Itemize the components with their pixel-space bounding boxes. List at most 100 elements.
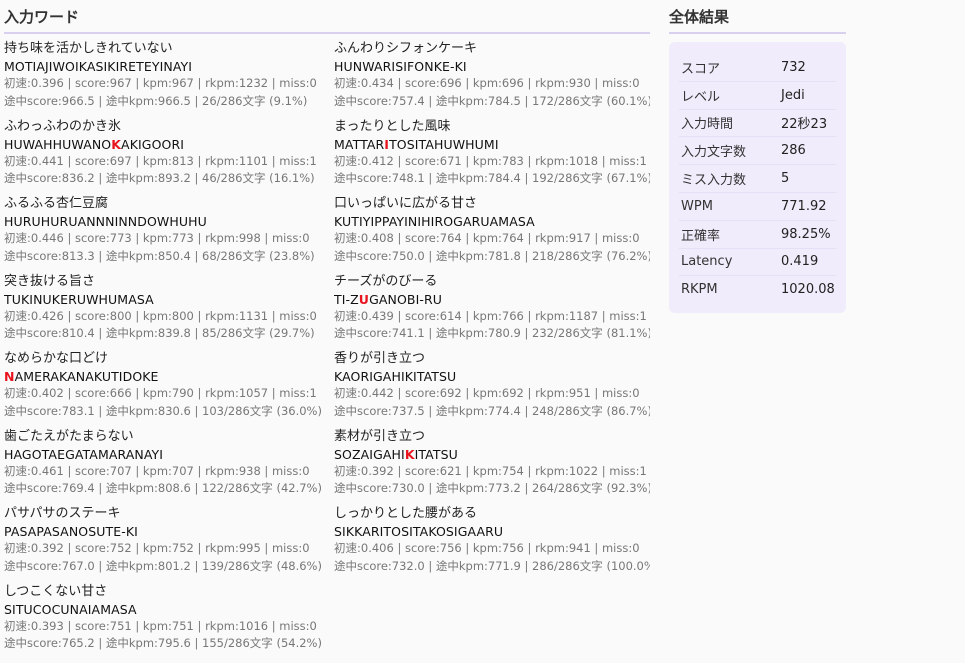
word-japanese: ふわっふわのかき氷 [4, 118, 122, 134]
word-japanese: ふるふる杏仁豆腐 [4, 196, 109, 211]
result-value: 5 [781, 171, 790, 187]
word-entry: ふわっふわのかき氷 HUWAHHUWANOKAKIGOORI 初速:0.441 | … [4, 118, 334, 196]
overall-results-title: 全体結果 [669, 6, 846, 34]
result-value: 732 [781, 59, 806, 75]
result-row: Latency 0.419 [679, 249, 836, 277]
word-romaji: SOZAIGAHIKITATSU [334, 446, 650, 463]
romaji-typed: HUNWARISIFONKE-KI [334, 59, 467, 74]
romaji-typed: SIKKARITOSITAKOSIGAARU [334, 524, 504, 539]
word-entry: 素材が引き立つ SOZAIGAHIKITATSU 初速:0.392 | score:… [334, 428, 650, 506]
result-label: WPM [681, 198, 713, 214]
word-japanese: なめらかな口どけ [4, 351, 109, 366]
romaji-typed: MOTIAJIWOIKASIKIRETEYINAYI [4, 59, 193, 74]
word-entry: 歯ごたえがたまらない HAGOTAEGATAMARANAYI 初速:0.461 | … [4, 428, 334, 506]
word-romaji: PASAPASANOSUTE-KI [4, 523, 334, 540]
word-progress-stats: 途中score:810.4 | 途中kpm:839.8 | 85/286文字 (… [4, 326, 315, 340]
word-progress-stats: 途中score:732.0 | 途中kpm:771.9 | 286/286文字 … [334, 558, 650, 573]
romaji-typed: PASAPASANOSUTE-KI [4, 524, 138, 539]
word-romaji: TUKINUKERUWHUMASA [4, 291, 334, 308]
word-romaji: HUNWARISIFONKE-KI [334, 58, 650, 75]
word-stats: 初速:0.426 | score:800 | kpm:800 | rkpm:11… [4, 308, 317, 323]
result-label: 正確率 [681, 228, 721, 244]
word-japanese: まったりとした風味 [334, 118, 451, 134]
word-entry: しっかりとした腰がある SIKKARITOSITAKOSIGAARU 初速:0.40… [334, 505, 650, 583]
romaji-typed-rest: TOSITAHUWHUMI [389, 136, 499, 152]
word-stats: 初速:0.442 | score:692 | kpm:692 | rkpm:95… [334, 386, 640, 400]
result-row: 入力時間 22秒23 [679, 110, 836, 138]
word-entry: ふるふる杏仁豆腐 HURUHURUANNNINNDOWHUHU 初速:0.446 |… [4, 195, 334, 273]
romaji-miss-char: K [111, 136, 122, 152]
word-progress-stats: 途中score:767.0 | 途中kpm:801.2 | 139/286文字 … [4, 558, 322, 573]
word-progress-stats: 途中score:757.4 | 途中kpm:784.5 | 172/286文字 … [334, 93, 650, 108]
word-progress-stats: 途中score:750.0 | 途中kpm:781.8 | 218/286文字 … [334, 248, 650, 263]
word-japanese: パサパサのステーキ [4, 506, 121, 521]
romaji-typed: SOZAIGAHI [334, 446, 405, 462]
result-value: 1020.08 [781, 282, 835, 298]
word-romaji: KAORIGAHIKITATSU [334, 368, 650, 385]
word-entry: しつこくない甘さ SITUCOCUNAIAMASA 初速:0.393 | score… [4, 583, 334, 661]
romaji-typed: TUKINUKERUWHUMASA [4, 291, 154, 307]
input-words-title: 入力ワード [4, 6, 650, 34]
word-stats: 初速:0.392 | score:752 | kpm:752 | rkpm:99… [4, 541, 310, 555]
result-row: WPM 771.92 [679, 193, 836, 221]
word-progress-stats: 途中score:783.1 | 途中kpm:830.6 | 103/286文字 … [4, 403, 322, 418]
result-value: Jedi [781, 87, 805, 103]
word-progress-stats: 途中score:813.3 | 途中kpm:850.4 | 68/286文字 (… [4, 248, 315, 263]
word-romaji: HAGOTAEGATAMARANAYI [4, 446, 334, 463]
romaji-typed-rest: ITATSU [414, 446, 458, 462]
word-stats: 初速:0.446 | score:773 | kpm:773 | rkpm:99… [4, 231, 310, 245]
result-label: ミス入力数 [681, 173, 747, 189]
word-progress-stats: 途中score:730.0 | 途中kpm:773.2 | 264/286文字 … [334, 481, 650, 495]
result-row: 入力文字数 286 [679, 137, 836, 166]
overall-results-section: 全体結果 スコア 732 レベル Jedi 入力時間 22秒23 入力文字数 286 ミス入力数… [669, 6, 846, 314]
romaji-typed-rest: AMERAKANAKUTIDOKE [14, 369, 159, 384]
word-entry: パサパサのステーキ PASAPASANOSUTE-KI 初速:0.392 | sco… [4, 505, 334, 583]
word-progress-stats: 途中score:836.2 | 途中kpm:893.2 | 46/286文字 (… [4, 171, 315, 185]
result-value: 286 [781, 143, 806, 159]
word-stats: 初速:0.392 | score:621 | kpm:754 | rkpm:10… [334, 463, 647, 478]
word-entry: チーズがのびーる TI-ZUGANOBI-RU 初速:0.439 | score:6… [334, 273, 650, 351]
result-label: 入力文字数 [681, 145, 747, 161]
romaji-typed: TI-Z [334, 291, 359, 307]
word-stats: 初速:0.406 | score:756 | kpm:756 | rkpm:94… [334, 541, 640, 555]
word-progress-stats: 途中score:741.1 | 途中kpm:780.9 | 232/286文字 … [334, 326, 650, 340]
word-progress-stats: 途中score:737.5 | 途中kpm:774.4 | 248/286文字 … [334, 403, 650, 418]
word-japanese: 歯ごたえがたまらない [4, 428, 134, 444]
word-stats: 初速:0.396 | score:967 | kpm:967 | rkpm:12… [4, 76, 317, 90]
word-entry: ふんわりシフォンケーキ HUNWARISIFONKE-KI 初速:0.434 | s… [334, 40, 650, 118]
romaji-typed: SITUCOCUNAIAMASA [4, 601, 137, 617]
result-label: スコア [681, 61, 721, 77]
romaji-typed: HAGOTAEGATAMARANAYI [4, 446, 164, 462]
result-row: レベル Jedi [679, 82, 836, 110]
romaji-miss-char: K [404, 446, 415, 462]
word-romaji: SITUCOCUNAIAMASA [4, 601, 334, 618]
word-stats: 初速:0.434 | score:696 | kpm:696 | rkpm:93… [334, 76, 640, 90]
romaji-typed-rest: AKIGOORI [121, 136, 185, 152]
word-stats: 初速:0.393 | score:751 | kpm:751 | rkpm:10… [4, 618, 317, 633]
word-japanese: 突き抜ける旨さ [4, 273, 96, 289]
word-progress-stats: 途中score:769.4 | 途中kpm:808.6 | 122/286文字 … [4, 481, 322, 495]
romaji-miss-char: U [358, 291, 370, 307]
word-romaji: MOTIAJIWOIKASIKIRETEYINAYI [4, 58, 334, 75]
romaji-typed: HUWAHHUWANO [4, 136, 112, 152]
word-stats: 初速:0.439 | score:614 | kpm:766 | rkpm:11… [334, 308, 647, 323]
word-japanese: 素材が引き立つ [334, 428, 426, 444]
word-entry: なめらかな口どけ NAMERAKANAKUTIDOKE 初速:0.402 | sco… [4, 350, 334, 428]
word-stats: 初速:0.412 | score:671 | kpm:783 | rkpm:10… [334, 153, 647, 168]
romaji-typed: HURUHURUANNNINNDOWHUHU [4, 214, 207, 229]
word-entry: まったりとした風味 MATTARITOSITAHUWHUMI 初速:0.412 | … [334, 118, 650, 196]
word-entry: 口いっぱいに広がる甘さ KUTIYIPPAYINIHIROGARUAMASA 初速:… [334, 195, 650, 273]
word-japanese: 口いっぱいに広がる甘さ [334, 196, 478, 211]
word-list: 持ち味を活かしきれていない MOTIAJIWOIKASIKIRETEYINAYI 初… [4, 40, 650, 660]
romaji-typed: MATTAR [334, 136, 385, 152]
result-row: RKPM 1020.08 [679, 276, 836, 303]
word-stats: 初速:0.408 | score:764 | kpm:764 | rkpm:91… [334, 231, 640, 245]
word-romaji: KUTIYIPPAYINIHIROGARUAMASA [334, 213, 650, 230]
word-japanese: ふんわりシフォンケーキ [334, 41, 478, 56]
word-entry: 香りが引き立つ KAORIGAHIKITATSU 初速:0.442 | score:… [334, 350, 650, 428]
romaji-typed-rest: GANOBI-RU [369, 291, 442, 307]
result-label: RKPM [681, 282, 718, 298]
word-japanese: チーズがのびーる [334, 273, 438, 289]
romaji-typed: KUTIYIPPAYINIHIROGARUAMASA [334, 214, 535, 229]
result-value: 22秒23 [781, 117, 828, 133]
